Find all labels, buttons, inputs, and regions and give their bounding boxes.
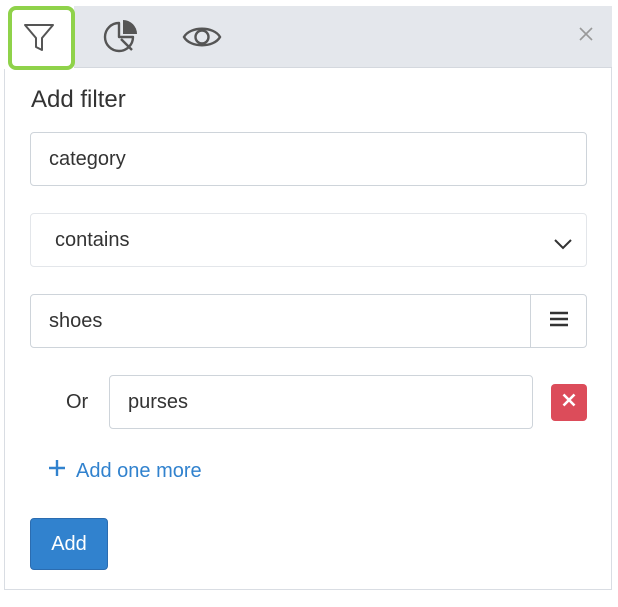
tab-filter[interactable] bbox=[4, 6, 75, 70]
or-value-input-text: purses bbox=[128, 390, 189, 413]
add-one-more-label: Add one more bbox=[76, 459, 202, 482]
add-button-label: Add bbox=[51, 532, 87, 555]
chevron-down-icon bbox=[554, 233, 572, 256]
remove-value-button[interactable] bbox=[551, 384, 587, 421]
eye-icon bbox=[182, 22, 222, 52]
operator-select[interactable]: contains bbox=[30, 213, 587, 267]
or-value-input[interactable]: purses bbox=[109, 375, 533, 429]
plus-icon bbox=[48, 459, 66, 483]
value-input-text: shoes bbox=[49, 309, 103, 332]
focus-ring bbox=[8, 6, 75, 70]
tab-view[interactable] bbox=[167, 6, 237, 68]
pie-chart-icon bbox=[101, 17, 141, 57]
value-list-button[interactable] bbox=[530, 294, 587, 348]
panel-toolbar bbox=[4, 6, 612, 70]
panel-title: Add filter bbox=[31, 86, 126, 113]
add-button[interactable]: Add bbox=[30, 518, 108, 570]
add-one-more-link[interactable]: Add one more bbox=[48, 459, 202, 483]
close-icon bbox=[578, 26, 594, 47]
or-label: Or bbox=[66, 391, 89, 413]
operator-select-value: contains bbox=[55, 228, 130, 251]
close-button[interactable] bbox=[574, 24, 598, 48]
close-icon bbox=[562, 393, 576, 412]
value-input[interactable]: shoes bbox=[30, 294, 531, 348]
field-input[interactable]: category bbox=[30, 132, 587, 186]
list-icon bbox=[549, 311, 569, 332]
field-input-value: category bbox=[49, 147, 126, 170]
tab-chart[interactable] bbox=[86, 6, 156, 68]
